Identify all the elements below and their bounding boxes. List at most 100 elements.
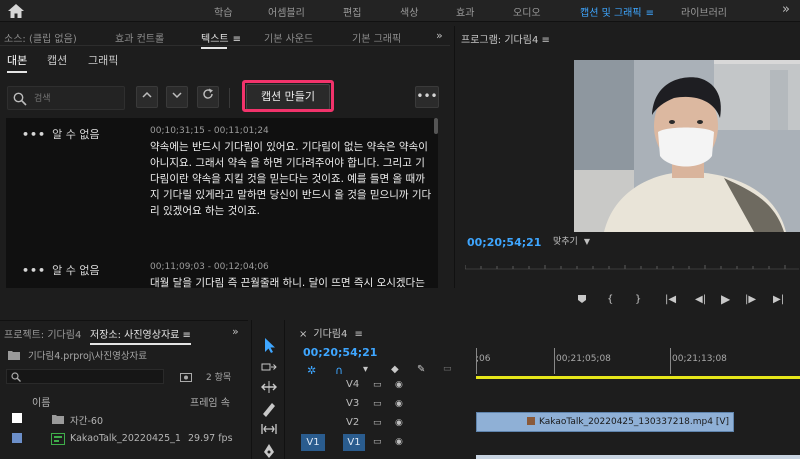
tab-bin[interactable]: 저장소: 사진영상자료 ≡ <box>90 326 191 345</box>
add-marker-icon[interactable]: ▾ <box>363 364 368 375</box>
project-item-row[interactable]: 자간-60 <box>0 409 248 429</box>
step-forward-icon[interactable]: |▶ <box>745 294 756 305</box>
create-captions-button[interactable]: 캡션 만들기 <box>246 84 330 110</box>
column-frame-rate[interactable]: 프레임 속 <box>190 394 230 409</box>
workspace-tab-learning[interactable]: 학습 <box>214 4 232 19</box>
workspace-tab-libraries[interactable]: 라이브러리 <box>681 4 727 19</box>
tab-overflow-icon[interactable]: » <box>436 29 443 42</box>
add-marker-icon[interactable] <box>577 294 587 304</box>
panel-menu-icon[interactable]: ≡ <box>355 329 363 340</box>
column-name[interactable]: 이름 <box>32 394 50 409</box>
mark-out-icon[interactable]: } <box>635 294 641 305</box>
eye-icon[interactable]: ◉ <box>395 437 403 447</box>
item-name[interactable]: 자간-60 <box>70 413 103 427</box>
go-to-in-icon[interactable]: |◀ <box>665 294 676 305</box>
more-icon[interactable]: ••• <box>22 264 46 277</box>
pen-tool-icon[interactable] <box>260 442 278 459</box>
transcript-list[interactable]: ••• 알 수 없음 00;10;31;15 - 00;11;01;24 약속에는… <box>6 118 438 288</box>
selection-tool-icon[interactable] <box>260 336 278 354</box>
video-frame[interactable] <box>574 60 800 232</box>
track-target-v1[interactable]: V1 <box>343 434 365 451</box>
wrench-icon[interactable]: ✎ <box>417 364 425 375</box>
slip-tool-icon[interactable] <box>260 420 278 438</box>
tab-source[interactable]: 소스: (클립 없음) <box>4 30 77 45</box>
item-name[interactable]: KakaoTalk_20220425_1 <box>70 433 181 444</box>
tab-overflow-icon[interactable]: » <box>232 325 239 338</box>
tab-menu-icon[interactable]: ≡ <box>233 34 241 45</box>
workspace-tab-audio[interactable]: 오디오 <box>513 4 541 19</box>
tab-menu-icon[interactable]: ≡ <box>183 330 191 341</box>
label-color-swatch[interactable] <box>12 413 22 423</box>
program-monitor-title[interactable]: 프로그램: 기다림4 ≡ <box>461 31 550 46</box>
ruler-label: 00;21;05;08 <box>556 354 611 364</box>
tab-project[interactable]: 프로젝트: 기다림4 <box>4 326 81 341</box>
speaker-label[interactable]: ••• 알 수 없음 <box>22 262 100 278</box>
go-to-out-icon[interactable]: ▶| <box>773 294 784 305</box>
close-icon[interactable]: × <box>299 329 307 340</box>
chevron-down-icon: ▼ <box>583 237 590 246</box>
segment-text[interactable]: 약속에는 반드시 기다림이 있어요. 기다림이 없는 약속은 약속이 아니지요.… <box>150 139 432 219</box>
video-clip[interactable]: KakaoTalk_20220425_130337218.mp4 [V] <box>476 412 734 432</box>
ripple-edit-tool-icon[interactable] <box>260 378 278 396</box>
next-result-button[interactable] <box>166 86 188 108</box>
item-frame-rate: 29.97 fps <box>188 433 233 444</box>
sync-lock-icon[interactable]: ▭ <box>373 418 382 428</box>
project-item-row[interactable]: KakaoTalk_20220425_1 29.97 fps <box>0 429 248 449</box>
refresh-button[interactable] <box>197 86 219 108</box>
sync-lock-icon[interactable]: ▭ <box>373 437 382 447</box>
eye-icon[interactable]: ◉ <box>395 380 403 390</box>
tab-essential-sound[interactable]: 기본 사운드 <box>264 30 313 45</box>
workspace-tab-editing[interactable]: 편집 <box>343 4 361 19</box>
razor-tool-icon[interactable] <box>260 400 278 418</box>
eye-icon[interactable]: ◉ <box>395 418 403 428</box>
eye-icon[interactable]: ◉ <box>395 399 403 409</box>
tab-essential-graphics[interactable]: 기본 그래픽 <box>352 30 401 45</box>
workspace-tab-assembly[interactable]: 어셈블리 <box>268 4 305 19</box>
tab-effect-controls[interactable]: 효과 컨트롤 <box>115 30 164 45</box>
transcript-search-input[interactable] <box>34 91 120 106</box>
sync-lock-icon[interactable]: ▭ <box>373 380 382 390</box>
mark-in-icon[interactable]: { <box>607 294 613 305</box>
track-v1[interactable]: V1 V1 ▭ ◉ <box>289 433 800 452</box>
workspace-overflow-icon[interactable]: » <box>774 2 798 20</box>
timeline-timecode[interactable]: 00;20;54;21 <box>303 346 377 359</box>
menu-icon[interactable]: ≡ <box>646 8 654 19</box>
source-patch-v1[interactable]: V1 <box>301 434 325 451</box>
program-time-ruler[interactable] <box>465 262 799 270</box>
label-color-swatch[interactable] <box>12 433 22 443</box>
project-column-headers: 이름 프레임 속 <box>0 391 248 409</box>
marker-icon[interactable]: ◆ <box>391 364 399 375</box>
project-panel: 프로젝트: 기다림4 저장소: 사진영상자료 ≡ » 기다림4.prproj\사… <box>0 320 248 459</box>
track-select-tool-icon[interactable] <box>260 358 278 376</box>
clip-label: KakaoTalk_20220425_130337218.mp4 [V] <box>539 417 730 427</box>
subtab-transcript[interactable]: 대본 <box>7 52 28 73</box>
tab-text-label: 텍스트 <box>201 34 229 45</box>
timeline-ruler[interactable]: ;06 00;21;05;08 00;21;13;08 <box>476 348 800 378</box>
track-v4[interactable]: V4 ▭ ◉ <box>289 376 800 395</box>
subtab-captions[interactable]: 캡션 <box>47 52 67 68</box>
workspace-tab-effects[interactable]: 효과 <box>456 4 474 19</box>
panel-menu-icon[interactable]: ≡ <box>542 35 550 46</box>
more-options-button[interactable]: ••• <box>415 86 439 108</box>
captions-icon[interactable]: ▭ <box>443 364 452 374</box>
workspace-tab-captions-graphics[interactable]: 캡션 및 그래픽 ≡ <box>580 4 654 19</box>
previous-result-button[interactable] <box>136 86 158 108</box>
workspace-tab-color[interactable]: 색상 <box>400 4 418 19</box>
transcript-scrollbar[interactable] <box>434 118 438 134</box>
program-timecode[interactable]: 00;20;54;21 <box>467 236 541 249</box>
step-back-icon[interactable]: ◀| <box>695 294 706 305</box>
project-search-input[interactable] <box>6 369 164 384</box>
subtab-graphics[interactable]: 그래픽 <box>88 52 118 68</box>
transcript-search-box[interactable] <box>7 86 125 110</box>
sync-lock-icon[interactable]: ▭ <box>373 399 382 409</box>
tab-text[interactable]: 텍스트 ≡ <box>201 30 241 49</box>
audio-clip-edge[interactable] <box>476 455 800 459</box>
segment-text[interactable]: 대월 달을 기다림 즉 끈월줄래 하니. 달이 뜨면 즉시 오시겠다는 이번 5… <box>150 275 432 288</box>
home-icon[interactable] <box>8 4 24 18</box>
more-icon[interactable]: ••• <box>22 128 46 141</box>
speaker-label[interactable]: ••• 알 수 없음 <box>22 126 100 142</box>
zoom-fit-select[interactable]: 맞추기 ▼ <box>551 234 617 250</box>
play-icon[interactable]: ▶ <box>721 292 730 306</box>
new-bin-icon[interactable] <box>180 372 192 382</box>
timeline-title[interactable]: × 기다림4 ≡ <box>299 325 363 340</box>
